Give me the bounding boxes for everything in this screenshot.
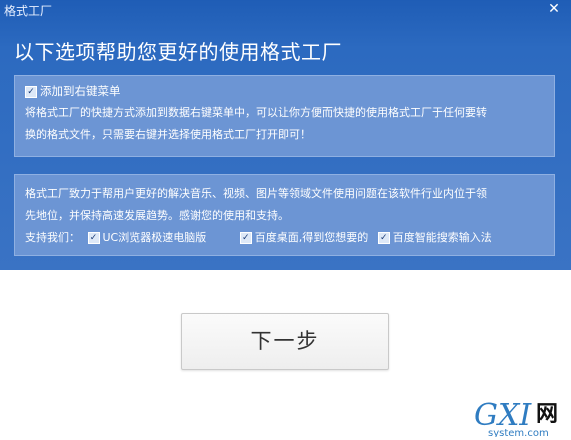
page-title: 以下选项帮助您更好的使用格式工厂 <box>14 40 342 64</box>
next-button[interactable]: 下一步 <box>181 313 389 370</box>
support-label: 支持我们： <box>25 231 80 244</box>
checkbox-checked-icon[interactable]: ✓ <box>239 232 252 244</box>
gxi-watermark-logo: GXI 网 system.com <box>474 398 558 437</box>
support-option-uc-browser[interactable]: ✓ UC浏览器极速电脑版 <box>87 229 207 245</box>
support-option-baidu-desktop[interactable]: ✓ 百度桌面,得到您想要的 <box>239 229 369 245</box>
support-description-line1: 格式工厂致力于帮用户更好的解决音乐、视频、图片等领域文件使用问题在该软件行业内位… <box>25 187 487 200</box>
title-bar: 格式工厂 ✕ <box>0 0 571 20</box>
context-menu-description-line1: 将格式工厂的快捷方式添加到数据右键菜单中，可以让你方便而快捷的使用格式工厂于任何… <box>25 106 487 119</box>
support-panel: 格式工厂致力于帮用户更好的解决音乐、视频、图片等领域文件使用问题在该软件行业内位… <box>14 174 555 256</box>
support-option-label: UC浏览器极速电脑版 <box>102 231 207 244</box>
checkbox-checked-icon[interactable]: ✓ <box>377 232 390 244</box>
support-option-label: 百度桌面,得到您想要的 <box>254 231 369 244</box>
context-menu-description-line2: 换的格式文件，只需要右键并选择使用格式工厂打开即可！ <box>25 128 311 141</box>
support-option-label: 百度智能搜索输入法 <box>392 231 492 244</box>
header-area: 格式工厂 ✕ 以下选项帮助您更好的使用格式工厂 ✓ 添加到右键菜单 将格式工厂的快… <box>0 0 571 270</box>
checkbox-checked-icon[interactable]: ✓ <box>25 85 37 98</box>
context-menu-option[interactable]: ✓ 添加到右键菜单 <box>25 83 121 99</box>
watermark-cjk: 网 <box>536 402 558 427</box>
checkbox-checked-icon[interactable]: ✓ <box>87 232 100 244</box>
close-icon[interactable]: ✕ <box>547 0 561 18</box>
context-menu-panel: ✓ 添加到右键菜单 将格式工厂的快捷方式添加到数据右键菜单中，可以让你方便而快捷的… <box>14 75 555 157</box>
window-title: 格式工厂 <box>4 4 53 18</box>
context-menu-label: 添加到右键菜单 <box>40 84 121 98</box>
watermark-domain: system.com <box>488 428 549 437</box>
support-description-line2: 先地位，并保持高速发展趋势。感谢您的使用和支持。 <box>25 209 289 222</box>
support-option-baidu-input[interactable]: ✓ 百度智能搜索输入法 <box>377 229 492 245</box>
support-options-row: 支持我们： ✓ UC浏览器极速电脑版 ✓ 百度桌面,得到您想要的 ✓ 百度智能搜索输入… <box>25 229 492 245</box>
